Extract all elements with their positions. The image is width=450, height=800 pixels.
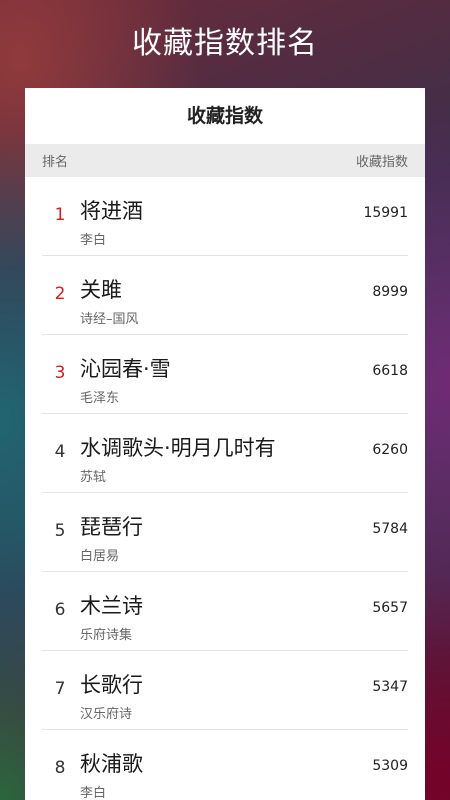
list-item[interactable]: 2 关雎 诗经–国风 8999 — [42, 256, 408, 335]
poem-author: 乐府诗集 — [80, 628, 133, 643]
card-title: 收藏指数 — [186, 105, 263, 127]
rank-column-header: 排名 — [42, 155, 69, 170]
poem-title: 关雎 — [80, 278, 122, 302]
poem-title: 水调歌头·明月几时有 — [80, 436, 276, 460]
favorite-score: 8999 — [372, 284, 408, 300]
list-item[interactable]: 7 长歌行 汉乐府诗 5347 — [42, 651, 408, 730]
poem-title: 长歌行 — [80, 673, 143, 697]
ranking-card: 收藏指数 排名 收藏指数 1 将进酒 李白 15991 2 关雎 诗经–国风 8… — [25, 88, 425, 800]
list-item[interactable]: 5 琵琶行 白居易 5784 — [42, 493, 408, 572]
favorite-score: 5347 — [372, 679, 408, 695]
favorite-score: 6618 — [372, 363, 408, 379]
rank-number: 2 — [54, 284, 66, 304]
poem-title: 琵琶行 — [80, 515, 143, 539]
favorite-score: 5657 — [372, 600, 408, 616]
poem-author: 李白 — [80, 233, 107, 248]
ranking-list: 1 将进酒 李白 15991 2 关雎 诗经–国风 8999 3 沁园春·雪 毛… — [25, 177, 425, 800]
poem-author: 苏轼 — [80, 470, 107, 485]
table-header: 排名 收藏指数 — [25, 144, 425, 177]
favorite-score: 6260 — [372, 442, 408, 458]
rank-number: 5 — [54, 521, 66, 541]
list-item[interactable]: 6 木兰诗 乐府诗集 5657 — [42, 572, 408, 651]
poem-author: 李白 — [80, 786, 107, 800]
poem-author: 诗经–国风 — [80, 312, 139, 327]
list-item[interactable]: 3 沁园春·雪 毛泽东 6618 — [42, 335, 408, 414]
rank-number: 8 — [54, 758, 66, 778]
rank-number: 4 — [54, 442, 66, 462]
list-item[interactable]: 8 秋浦歌 李白 5309 — [42, 730, 408, 800]
list-item[interactable]: 1 将进酒 李白 15991 — [42, 177, 408, 256]
poem-author: 毛泽东 — [80, 391, 120, 406]
favorite-score: 15991 — [363, 205, 408, 221]
favorite-score: 5309 — [372, 758, 408, 774]
poem-title: 沁园春·雪 — [80, 357, 171, 381]
poem-author: 汉乐府诗 — [80, 707, 133, 722]
poem-author: 白居易 — [80, 549, 120, 564]
list-item[interactable]: 4 水调歌头·明月几时有 苏轼 6260 — [42, 414, 408, 493]
poem-title: 木兰诗 — [80, 594, 143, 618]
poem-title: 秋浦歌 — [80, 752, 143, 776]
poem-title: 将进酒 — [80, 199, 143, 223]
rank-number: 7 — [54, 679, 66, 699]
rank-number: 1 — [54, 205, 66, 225]
page-title: 收藏指数排名 — [132, 26, 318, 61]
rank-number: 3 — [54, 363, 66, 383]
rank-number: 6 — [54, 600, 66, 620]
score-column-header: 收藏指数 — [355, 155, 408, 170]
favorite-score: 5784 — [372, 521, 408, 537]
